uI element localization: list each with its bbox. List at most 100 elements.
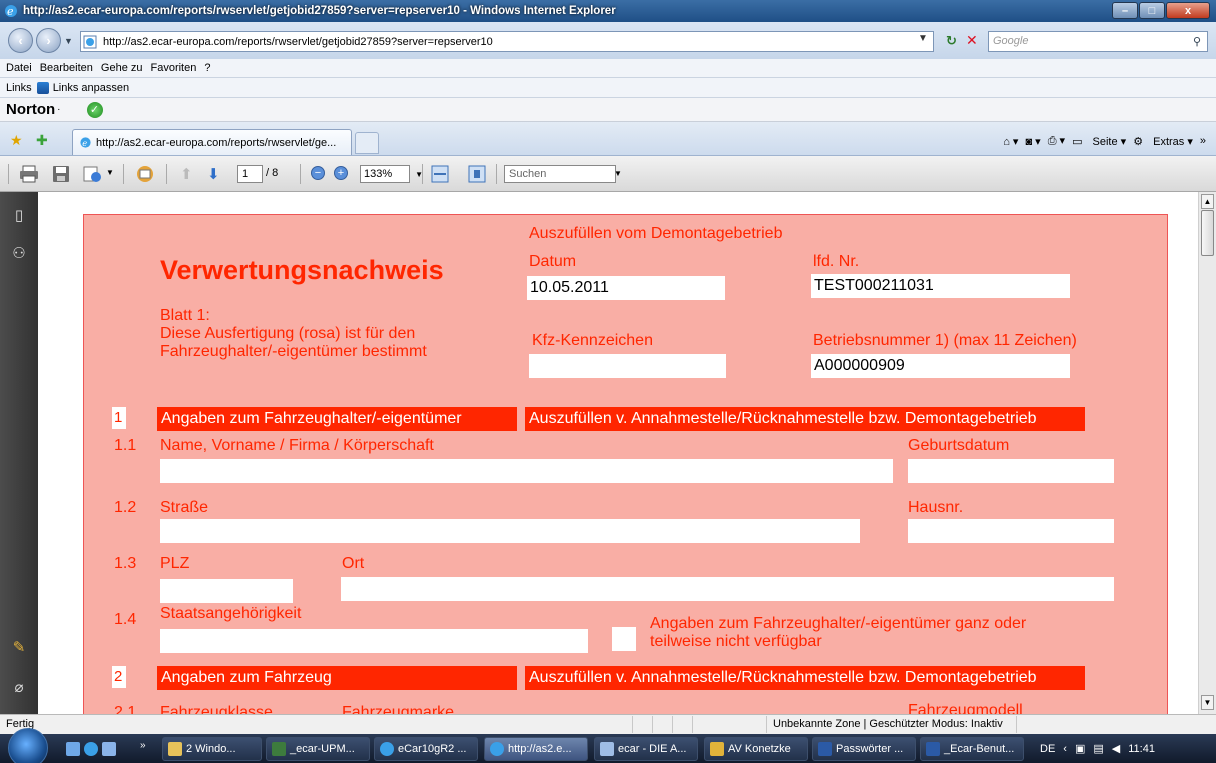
- zoom-in-icon[interactable]: +: [334, 166, 348, 180]
- pages-panel-icon[interactable]: ▯: [9, 206, 29, 226]
- tab-title: http://as2.ecar-europa.com/reports/rwser…: [96, 136, 337, 149]
- pdf-sidebar: ▯ ⚇ ✎ ⌀: [0, 192, 38, 714]
- taskbar-item-ecar-upm[interactable]: _ecar-UPM...: [266, 737, 370, 761]
- section-2-number: 2: [112, 666, 126, 688]
- pdf-print-icon[interactable]: [19, 165, 39, 183]
- fit-page-icon[interactable]: [467, 165, 487, 183]
- clock[interactable]: 11:41: [1128, 743, 1155, 755]
- menu-favorites[interactable]: Favoriten: [151, 62, 197, 74]
- back-button[interactable]: ‹: [8, 28, 33, 53]
- menu-file[interactable]: Datei: [6, 62, 32, 74]
- plz-field[interactable]: [160, 579, 293, 603]
- taskbar-item-label: http://as2.e...: [508, 743, 572, 755]
- tray-expand-icon[interactable]: ‹: [1063, 743, 1067, 755]
- search-input[interactable]: Google ⚲: [988, 31, 1208, 52]
- language-indicator[interactable]: DE: [1040, 743, 1055, 755]
- scroll-thumb[interactable]: [1201, 210, 1214, 256]
- plz-label: PLZ: [160, 555, 190, 572]
- nationality-label: Staatsangehörigkeit: [160, 605, 302, 622]
- street-field[interactable]: [160, 519, 860, 543]
- pdf-dropdown-icon[interactable]: ▼: [106, 168, 114, 177]
- taskbar-item-label: 2 Windo...: [186, 743, 236, 755]
- zoom-select[interactable]: 133% ▼: [360, 165, 423, 183]
- pdf-search-input[interactable]: Suchen: [504, 165, 616, 183]
- page-number-input[interactable]: 1: [237, 165, 263, 183]
- name-field[interactable]: [160, 459, 893, 483]
- new-tab-button[interactable]: [355, 132, 379, 154]
- taskbar-item-passwoerter[interactable]: Passwörter ...: [812, 737, 916, 761]
- pdf-save-icon[interactable]: [51, 165, 71, 183]
- quicklaunch-more-icon[interactable]: »: [140, 740, 146, 751]
- pdf-search-dropdown-icon[interactable]: ▼: [614, 169, 622, 178]
- add-favorites-icon[interactable]: ✚: [36, 132, 48, 149]
- nationality-field[interactable]: [160, 629, 588, 653]
- kfz-field[interactable]: [529, 354, 726, 378]
- address-dropdown-icon[interactable]: ▼: [918, 33, 928, 44]
- attachments-icon[interactable]: ⌀: [9, 678, 29, 698]
- pdf-collab-icon[interactable]: [135, 165, 155, 183]
- forward-button[interactable]: ›: [36, 28, 61, 53]
- feeds-icon[interactable]: ◙ ▾: [1025, 135, 1040, 148]
- betriebsnr-field[interactable]: A000000909: [811, 354, 1070, 378]
- taskbar-item-ie-active[interactable]: http://as2.e...: [484, 737, 588, 761]
- print-icon[interactable]: ⎙ ▾: [1048, 134, 1065, 148]
- vertical-scrollbar[interactable]: ▲ ▼: [1198, 192, 1216, 714]
- volume-icon[interactable]: ◀: [1112, 742, 1120, 755]
- taskbar-item-ecar10g[interactable]: eCar10gR2 ...: [374, 737, 478, 761]
- norton-logo[interactable]: Norton: [6, 101, 55, 118]
- chevron-right-icon[interactable]: »: [1200, 135, 1206, 147]
- history-dropdown-icon[interactable]: ▼: [64, 36, 73, 46]
- lfd-field[interactable]: TEST000211031: [811, 274, 1070, 298]
- next-page-icon[interactable]: ⬇: [207, 165, 220, 183]
- refresh-icon[interactable]: ↻: [946, 33, 962, 49]
- comments-icon[interactable]: ✎: [9, 638, 29, 658]
- menu-help[interactable]: ?: [204, 62, 210, 74]
- birthdate-field[interactable]: [908, 459, 1114, 483]
- kfz-label: Kfz-Kennzeichen: [532, 332, 653, 349]
- search-icon[interactable]: ⚲: [1193, 33, 1201, 52]
- address-field[interactable]: http://as2.ecar-europa.com/reports/rwser…: [80, 31, 934, 52]
- ie-quicklaunch-icon[interactable]: [84, 742, 98, 756]
- tab-active[interactable]: e http://as2.ecar-europa.com/reports/rws…: [72, 129, 352, 155]
- taskbar-item-av-konetzke[interactable]: AV Konetzke: [704, 737, 808, 761]
- network-icon[interactable]: ▤: [1093, 742, 1103, 755]
- maximize-button[interactable]: □: [1139, 2, 1165, 19]
- unavailable-checkbox[interactable]: [612, 627, 636, 651]
- close-button[interactable]: x: [1166, 2, 1210, 19]
- extras-menu[interactable]: ⚙ Extras ▾: [1133, 135, 1193, 148]
- row-1-2-number: 1.2: [114, 499, 137, 516]
- zoom-out-icon[interactable]: −: [311, 166, 325, 180]
- tray-app-icon[interactable]: ▣: [1075, 742, 1085, 755]
- address-row: ‹ › ▼ http://as2.ecar-europa.com/reports…: [0, 22, 1216, 59]
- favorites-star-icon[interactable]: ★: [10, 132, 23, 149]
- minimize-button[interactable]: –: [1112, 2, 1138, 19]
- scroll-down-icon[interactable]: ▼: [1201, 695, 1214, 710]
- links-customize[interactable]: Links anpassen: [53, 82, 129, 94]
- switch-windows-icon[interactable]: [102, 742, 116, 756]
- fit-width-icon[interactable]: [430, 165, 450, 183]
- datum-field[interactable]: 10.05.2011: [527, 276, 725, 300]
- ort-field[interactable]: [341, 577, 1114, 601]
- page-menu[interactable]: ▭ Seite ▾: [1072, 135, 1126, 148]
- security-zone[interactable]: Unbekannte Zone | Geschützter Modus: Ina…: [773, 718, 1003, 730]
- header-note: Auszufüllen vom Demontagebetrieb: [529, 225, 783, 242]
- pdf-email-icon[interactable]: [82, 165, 102, 183]
- start-button[interactable]: [8, 728, 48, 763]
- taskbar-item-ecar-die[interactable]: ecar - DIE A...: [594, 737, 698, 761]
- menu-goto[interactable]: Gehe zu: [101, 62, 143, 74]
- menu-edit[interactable]: Bearbeiten: [40, 62, 93, 74]
- norton-toolbar: Norton · ✓: [0, 98, 1216, 122]
- house-field[interactable]: [908, 519, 1114, 543]
- show-desktop-icon[interactable]: [66, 742, 80, 756]
- street-label: Straße: [160, 499, 209, 516]
- previous-page-icon[interactable]: ⬆: [180, 165, 193, 183]
- norton-dropdown-icon[interactable]: ·: [57, 104, 60, 115]
- scroll-up-icon[interactable]: ▲: [1201, 194, 1214, 209]
- norton-check-icon[interactable]: ✓: [86, 101, 103, 118]
- taskbar-item-windows[interactable]: 2 Windo...: [162, 737, 262, 761]
- find-icon[interactable]: ⚇: [9, 244, 29, 264]
- stop-icon[interactable]: ✕: [966, 32, 982, 48]
- links-label: Links: [6, 81, 32, 94]
- taskbar-item-ecar-benut[interactable]: _Ecar-Benut...: [920, 737, 1024, 761]
- home-icon[interactable]: ⌂ ▾: [1003, 135, 1018, 148]
